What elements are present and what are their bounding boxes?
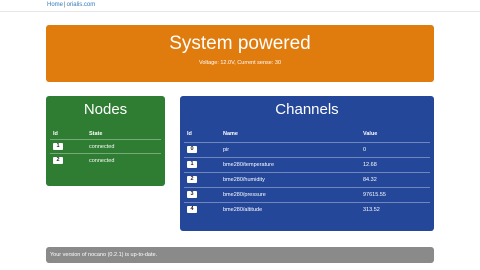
nodes-header-id: Id <box>53 131 58 137</box>
nodes-title: Nodes <box>83 101 128 118</box>
channel-row: 0 pir 0 <box>184 142 430 155</box>
channel-name: bme280/humidity <box>223 177 265 183</box>
channel-row: 3 bme280/pressure 97615.55 <box>184 187 430 200</box>
home-link[interactable]: Home <box>47 2 63 8</box>
breadcrumb: Home|orialis.com <box>47 2 95 8</box>
power-status-panel: System powered Voltage: 12.0V, Current s… <box>46 25 434 82</box>
site-link[interactable]: orialis.com <box>67 2 96 8</box>
version-message: Your version of nocano (0.2.1) is up-to-… <box>50 252 158 258</box>
channels-header-name: Name <box>223 131 238 137</box>
channel-name: bme280/temperature <box>223 162 275 168</box>
nodes-panel: Nodes Id State 1 connected 2 connected <box>46 96 165 186</box>
node-state: connected <box>89 158 115 164</box>
channel-value: 12.68 <box>363 162 377 168</box>
channel-id-badge: 0 <box>187 146 197 153</box>
channels-panel: Channels Id Name Value 0 pir 0 1 bme280/… <box>180 96 434 231</box>
node-row: 1 connected <box>50 139 161 152</box>
channel-id-badge: 4 <box>187 206 197 213</box>
version-status-bar: Your version of nocano (0.2.1) is up-to-… <box>46 247 434 263</box>
channels-title: Channels <box>275 101 339 118</box>
node-id-badge: 2 <box>53 157 63 164</box>
channels-header-value: Value <box>363 131 378 137</box>
channel-value: 84.32 <box>363 177 377 183</box>
channel-row: 4 bme280/altitude 313.52 <box>184 202 430 215</box>
channel-id-badge: 2 <box>187 176 197 183</box>
channel-row: 2 bme280/humidity 84.32 <box>184 172 430 185</box>
top-bar: Home|orialis.com <box>0 0 480 12</box>
node-id-badge: 1 <box>53 143 63 150</box>
channel-value: 313.52 <box>363 207 380 213</box>
channel-name: pir <box>223 147 230 153</box>
channel-value: 0 <box>363 147 367 153</box>
channels-header-id: Id <box>187 131 192 137</box>
nav-separator: | <box>64 2 66 8</box>
nodes-header-state: State <box>89 131 103 137</box>
node-state: connected <box>89 144 115 150</box>
power-status-title: System powered <box>169 33 311 54</box>
channel-id-badge: 3 <box>187 191 197 198</box>
power-status-details: Voltage: 12.0V, Current sense: 30 <box>198 60 282 66</box>
channel-name: bme280/pressure <box>223 192 266 198</box>
channel-row: 1 bme280/temperature 12.68 <box>184 157 430 170</box>
channel-value: 97615.55 <box>363 192 386 198</box>
channel-name: bme280/altitude <box>223 207 263 213</box>
channel-id-badge: 1 <box>187 161 197 168</box>
node-row: 2 connected <box>50 153 161 166</box>
